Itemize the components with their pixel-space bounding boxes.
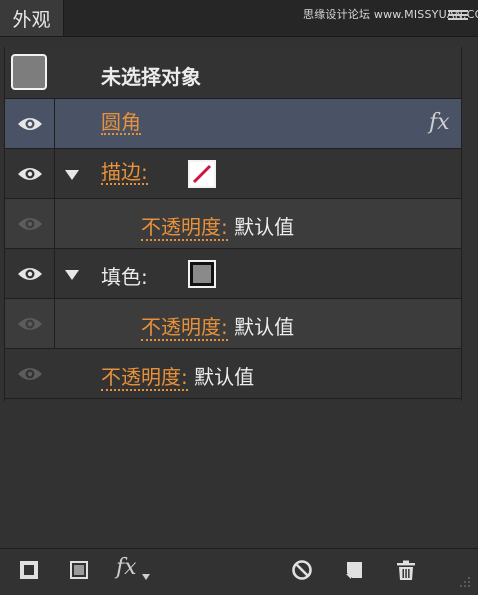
opacity-link[interactable]: 不透明度: bbox=[141, 315, 228, 341]
delete-item-button[interactable] bbox=[395, 559, 417, 585]
fx-menu-icon: fx bbox=[116, 555, 137, 580]
opacity-value: 默认值 bbox=[194, 365, 255, 389]
menu-line-icon bbox=[448, 10, 468, 12]
stroke-link[interactable]: 描边: bbox=[101, 161, 148, 185]
eye-icon bbox=[17, 217, 42, 230]
resize-grip-icon[interactable] bbox=[456, 575, 472, 591]
eye-icon bbox=[17, 317, 42, 330]
add-stroke-button[interactable] bbox=[18, 559, 40, 585]
trash-icon bbox=[397, 560, 415, 580]
duplicate-icon bbox=[346, 562, 362, 579]
opacity-label: 不透明度: 默认值 bbox=[141, 311, 295, 341]
stroke-opacity-row[interactable]: 不透明度: 默认值 bbox=[5, 199, 462, 249]
opacity-label: 不透明度: 默认值 bbox=[101, 361, 255, 391]
add-stroke-icon bbox=[20, 561, 38, 579]
visibility-toggle[interactable] bbox=[5, 349, 55, 398]
visibility-toggle[interactable] bbox=[5, 199, 55, 248]
opacity-link[interactable]: 不透明度: bbox=[101, 365, 188, 391]
visibility-toggle[interactable] bbox=[5, 99, 55, 148]
object-opacity-row[interactable]: 不透明度: 默认值 bbox=[5, 349, 462, 399]
stroke-row[interactable]: 描边: bbox=[5, 149, 462, 199]
eye-icon bbox=[17, 267, 42, 280]
disclosure-triangle-icon[interactable] bbox=[65, 270, 79, 280]
panel-tab-bar: 外观 思缘设计论坛 www.MISSYUAN.COM bbox=[0, 0, 478, 37]
no-entry-icon bbox=[292, 560, 312, 580]
visibility-toggle[interactable] bbox=[5, 299, 55, 348]
clear-appearance-button[interactable] bbox=[291, 559, 313, 585]
eye-icon bbox=[18, 367, 42, 380]
header-row: 未选择对象 bbox=[5, 47, 462, 99]
menu-line-icon bbox=[448, 14, 468, 16]
visibility-toggle[interactable] bbox=[5, 149, 55, 198]
panel-toolbar: fx bbox=[0, 548, 478, 595]
tab-appearance[interactable]: 外观 bbox=[0, 0, 64, 36]
effect-link[interactable]: 圆角 bbox=[101, 111, 141, 135]
fill-swatch[interactable] bbox=[188, 260, 216, 288]
fill-opacity-row[interactable]: 不透明度: 默认值 bbox=[5, 299, 462, 349]
opacity-value: 默认值 bbox=[234, 315, 295, 339]
no-color-slash-icon bbox=[192, 164, 212, 184]
duplicate-item-button[interactable] bbox=[343, 559, 365, 585]
stroke-swatch[interactable] bbox=[188, 160, 216, 188]
fill-color-chip bbox=[193, 265, 211, 283]
add-fill-icon bbox=[70, 561, 88, 579]
selection-label: 未选择对象 bbox=[101, 65, 201, 89]
add-fill-button[interactable] bbox=[68, 559, 90, 585]
fx-icon: fx bbox=[429, 110, 450, 135]
appearance-panel: 外观 思缘设计论坛 www.MISSYUAN.COM 未选择对象 圆角 fx 描… bbox=[0, 0, 478, 595]
visibility-toggle[interactable] bbox=[5, 249, 55, 298]
tab-label: 外观 bbox=[12, 8, 51, 31]
effect-row-rounded-corners[interactable]: 圆角 fx bbox=[5, 99, 462, 149]
disclosure-triangle-icon[interactable] bbox=[65, 170, 79, 180]
object-thumbnail bbox=[11, 54, 47, 90]
appearance-list: 未选择对象 圆角 fx 描边: 不透明度: 默认值 填色: 不透明度: 默认值 … bbox=[5, 47, 462, 401]
panel-menu-button[interactable] bbox=[448, 8, 468, 24]
dropdown-triangle-icon bbox=[142, 574, 150, 580]
fill-label: 填色: bbox=[101, 265, 148, 289]
opacity-label: 不透明度: 默认值 bbox=[141, 211, 295, 241]
menu-line-icon bbox=[448, 18, 468, 20]
eye-icon bbox=[17, 167, 42, 180]
eye-icon bbox=[17, 117, 42, 130]
fill-row[interactable]: 填色: bbox=[5, 249, 462, 299]
opacity-link[interactable]: 不透明度: bbox=[141, 215, 228, 241]
opacity-value: 默认值 bbox=[234, 215, 295, 239]
add-effect-button[interactable]: fx bbox=[116, 555, 150, 580]
